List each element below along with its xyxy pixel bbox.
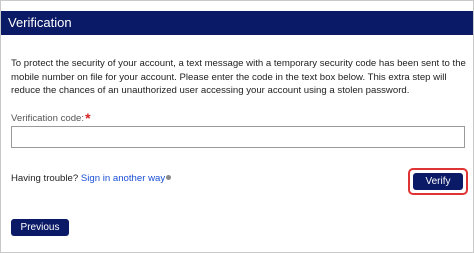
info-icon	[166, 174, 172, 180]
trouble-text: Having trouble?	[11, 173, 79, 184]
trouble-row: Having trouble? Sign in another way	[11, 173, 172, 185]
instructions-text: To protect the security of your account,…	[11, 58, 466, 97]
verification-code-label: Verification code:*	[11, 110, 91, 125]
verification-code-input[interactable]	[11, 126, 465, 148]
sign-in-another-way-link[interactable]: Sign in another way	[81, 173, 165, 184]
previous-button[interactable]: Previous	[11, 219, 69, 236]
verification-panel: Verification To protect the security of …	[0, 0, 474, 253]
required-asterisk: *	[85, 110, 91, 126]
verification-code-label-text: Verification code:	[11, 113, 85, 124]
verify-button[interactable]: Verify	[413, 173, 463, 190]
verify-highlight: Verify	[408, 168, 468, 195]
page-title: Verification	[1, 11, 473, 35]
